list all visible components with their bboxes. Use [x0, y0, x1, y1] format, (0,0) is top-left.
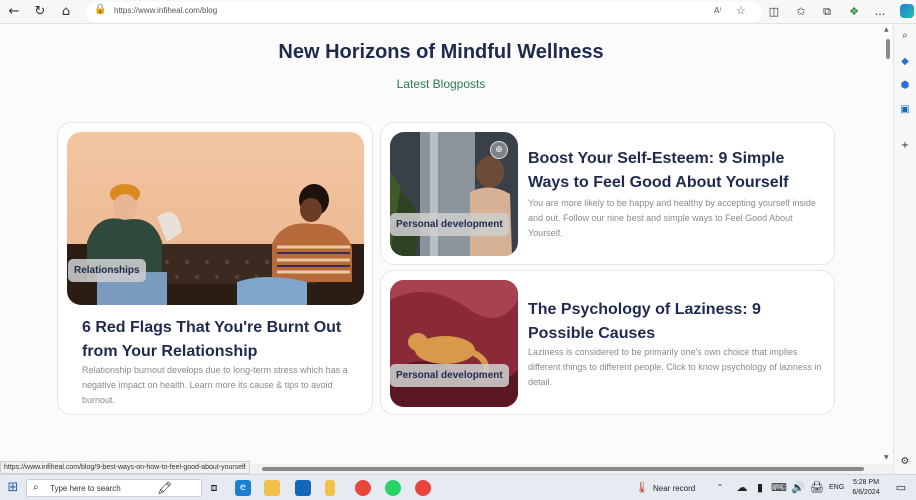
scroll-up-icon[interactable]: ▲ [884, 26, 889, 33]
horizontal-scroll-thumb[interactable] [262, 467, 864, 471]
blog-card-self-esteem[interactable]: ⊕ Personal development Boost Your Self-E… [380, 122, 835, 265]
search-icon[interactable]: ⌕ [899, 30, 911, 42]
taskbar-clock[interactable]: 5:28 PM 6/6/2024 [848, 478, 884, 498]
page-viewport: New Horizons of Mindful Wellness Latest … [0, 24, 882, 464]
home-icon[interactable]: ⌂ [58, 4, 74, 20]
folder-icon[interactable] [325, 480, 335, 496]
favorites-icon[interactable]: ✩ [793, 4, 809, 20]
category-tag[interactable]: Relationships [68, 259, 146, 282]
weather-icon[interactable]: 🌡 [634, 480, 650, 496]
favorite-star-icon[interactable]: ☆ [736, 4, 746, 17]
file-explorer-icon[interactable] [264, 480, 280, 496]
blog-card-laziness[interactable]: Personal development The Psychology of L… [380, 270, 835, 415]
zoom-icon[interactable]: ⊕ [490, 141, 508, 159]
post-title[interactable]: The Psychology of Laziness: 9 Possible C… [528, 298, 828, 346]
clock-date: 6/6/2024 [852, 489, 880, 496]
vertical-scrollbar[interactable]: ▲ ▼ [882, 24, 893, 464]
post-description: Laziness is considered to be primarily o… [528, 347, 822, 387]
shopping-tag-icon[interactable]: ◆ [899, 56, 911, 68]
battery-icon[interactable]: ▮ [752, 480, 768, 496]
mail-icon[interactable] [295, 480, 311, 496]
mirror-woman-image[interactable]: ⊕ [390, 132, 518, 256]
back-icon[interactable]: ← [6, 4, 22, 20]
add-sidebar-icon[interactable]: + [899, 140, 911, 152]
edge-sidebar: ⌕ ◆ ⬢ ▣ + ⚙ [893, 24, 916, 474]
address-url[interactable]: https://www.infiheal.com/blog [114, 6, 217, 15]
scroll-down-icon[interactable]: ▼ [884, 454, 889, 461]
blog-card-relationship-burnout[interactable]: Relationships 6 Red Flags That You're Bu… [57, 122, 373, 415]
windows-taskbar: ⊞ ⌕ Type here to search 🖍 ⧈ e 🌡 Near rec… [0, 474, 916, 500]
whatsapp-icon[interactable] [385, 480, 401, 496]
link-status-bar: https://www.infiheal.com/blog/9-best-way… [0, 461, 250, 474]
search-icon: ⌕ [33, 482, 39, 493]
chrome-icon[interactable] [355, 480, 371, 496]
collections-icon[interactable]: ⧉ [819, 4, 835, 20]
read-aloud-icon[interactable]: A⁾ [714, 6, 721, 15]
outlook-icon[interactable]: ▣ [899, 104, 911, 116]
copilot-icon[interactable] [900, 4, 914, 18]
windows-start-icon[interactable]: ⊞ [5, 480, 21, 496]
vertical-scroll-thumb[interactable] [886, 39, 890, 59]
print-icon[interactable]: 🖨 [809, 480, 825, 496]
category-tag[interactable]: Personal development [390, 213, 509, 236]
post-description: You are more likely to be happy and heal… [528, 198, 816, 238]
task-view-icon[interactable]: ⧈ [206, 480, 222, 496]
post-title[interactable]: Boost Your Self-Esteem: 9 Simple Ways to… [528, 147, 828, 195]
network-icon[interactable]: ⌨ [771, 480, 787, 496]
browser-toolbar: ← ↻ ⌂ 🔒 https://www.infiheal.com/blog A⁾… [0, 0, 916, 24]
more-menu-icon[interactable]: … [872, 4, 888, 20]
show-hidden-icons-icon[interactable]: ⌃ [712, 480, 728, 496]
edge-taskbar-icon[interactable]: e [235, 480, 251, 496]
chrome-profile-icon[interactable] [415, 480, 431, 496]
address-bar[interactable]: 🔒 https://www.infiheal.com/blog A⁾ ☆ [86, 2, 762, 22]
split-screen-icon[interactable]: ◫ [766, 4, 782, 20]
post-title[interactable]: 6 Red Flags That You're Burnt Out from Y… [82, 316, 352, 364]
taskbar-search[interactable]: ⌕ Type here to search 🖍 [26, 479, 202, 497]
refresh-icon[interactable]: ↻ [32, 4, 48, 20]
speaker-icon[interactable]: 🔊 [790, 480, 806, 496]
onedrive-icon[interactable]: ☁ [734, 480, 750, 496]
category-tag[interactable]: Personal development [390, 364, 509, 387]
notifications-icon[interactable]: ▭ [893, 480, 909, 496]
taskbar-search-placeholder[interactable]: Type here to search [50, 484, 121, 493]
sleeping-cat-image[interactable] [390, 280, 518, 407]
lock-icon: 🔒 [94, 4, 107, 15]
search-highlight-icon[interactable]: 🖍 [157, 481, 172, 495]
page-subtitle: Latest Blogposts [396, 77, 486, 91]
extensions-icon[interactable]: ❖ [846, 4, 862, 20]
weather-text[interactable]: Near record [653, 484, 695, 493]
post-description: Relationship burnout develops due to lon… [82, 365, 348, 405]
clock-time: 5:28 PM [852, 479, 880, 486]
page-title: New Horizons of Mindful Wellness [278, 41, 604, 63]
sidebar-settings-icon[interactable]: ⚙ [899, 456, 911, 468]
tools-icon[interactable]: ⬢ [899, 80, 911, 92]
language-indicator[interactable]: ENG [829, 484, 844, 491]
